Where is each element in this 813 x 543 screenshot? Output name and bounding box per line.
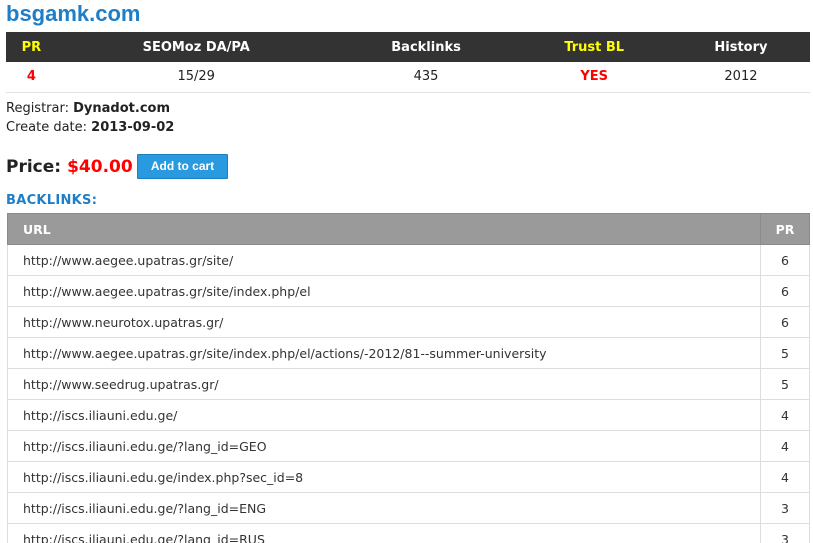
domain-title: bsgamk.com — [6, 1, 141, 26]
backlinks-header-url: URL — [7, 213, 761, 245]
backlink-pr: 4 — [760, 461, 810, 493]
registrar-line: Registrar: Dynadot.com — [6, 99, 174, 118]
backlink-pr: 3 — [760, 492, 810, 524]
backlink-url: http://iscs.iliauni.edu.ge/index.php?sec… — [7, 461, 761, 493]
backlink-pr: 5 — [760, 337, 810, 369]
price-row: Price: $40.00 Add to cart — [6, 154, 228, 180]
registrar-label: Registrar: — [6, 101, 69, 116]
backlinks-header-pr: PR — [760, 213, 810, 245]
backlink-url: http://www.neurotox.upatras.gr/ — [7, 306, 761, 338]
table-row: http://www.aegee.upatras.gr/site/ 6 — [7, 244, 810, 276]
backlink-url: http://www.seedrug.upatras.gr/ — [7, 368, 761, 400]
create-date-label: Create date: — [6, 120, 88, 135]
create-date-value: 2013-09-02 — [91, 120, 175, 135]
stats-value-trust-bl: YES — [516, 62, 672, 93]
stats-value-history: 2012 — [671, 62, 810, 93]
backlink-url: http://www.aegee.upatras.gr/site/index.p… — [7, 337, 761, 369]
create-date-line: Create date: 2013-09-02 — [6, 118, 174, 137]
backlink-pr: 3 — [760, 523, 810, 543]
table-row: http://www.aegee.upatras.gr/site/index.p… — [7, 337, 810, 369]
stats-value-backlinks: 435 — [335, 62, 517, 93]
backlink-url: http://iscs.iliauni.edu.ge/?lang_id=GEO — [7, 430, 761, 462]
backlink-pr: 6 — [760, 275, 810, 307]
backlink-pr: 5 — [760, 368, 810, 400]
table-row: http://iscs.iliauni.edu.ge/?lang_id=GEO … — [7, 430, 810, 462]
domain-stats-table: PR SEOMoz DA/PA Backlinks Trust BL Histo… — [6, 32, 810, 93]
stats-header-history: History — [671, 32, 810, 62]
backlinks-table: URL PR http://www.aegee.upatras.gr/site/… — [7, 213, 810, 543]
table-row: http://iscs.iliauni.edu.ge/?lang_id=ENG … — [7, 492, 810, 524]
stats-header-row: PR SEOMoz DA/PA Backlinks Trust BL Histo… — [6, 32, 810, 62]
table-row: http://www.seedrug.upatras.gr/ 5 — [7, 368, 810, 400]
backlink-pr: 6 — [760, 306, 810, 338]
backlink-url: http://iscs.iliauni.edu.ge/ — [7, 399, 761, 431]
backlinks-header-row: URL PR — [7, 213, 810, 245]
stats-value-row: 4 15/29 435 YES 2012 — [6, 62, 810, 93]
add-to-cart-button[interactable]: Add to cart — [137, 154, 228, 179]
backlink-url: http://iscs.iliauni.edu.ge/?lang_id=RUS — [7, 523, 761, 543]
table-row: http://www.aegee.upatras.gr/site/index.p… — [7, 275, 810, 307]
price-label: Price: — [6, 157, 62, 177]
stats-header-pr: PR — [6, 32, 57, 62]
backlink-url: http://www.aegee.upatras.gr/site/ — [7, 244, 761, 276]
table-row: http://iscs.iliauni.edu.ge/ 4 — [7, 399, 810, 431]
stats-value-pr: 4 — [6, 62, 57, 93]
stats-header-backlinks: Backlinks — [335, 32, 517, 62]
stats-value-seomoz: 15/29 — [56, 62, 336, 93]
backlinks-title: BACKLINKS: — [6, 193, 98, 208]
table-row: http://www.neurotox.upatras.gr/ 6 — [7, 306, 810, 338]
registrar-value: Dynadot.com — [73, 101, 171, 116]
table-row: http://iscs.iliauni.edu.ge/index.php?sec… — [7, 461, 810, 493]
table-row: http://iscs.iliauni.edu.ge/?lang_id=RUS … — [7, 523, 810, 543]
price-value: $40.00 — [67, 157, 133, 177]
backlink-url: http://iscs.iliauni.edu.ge/?lang_id=ENG — [7, 492, 761, 524]
backlink-pr: 6 — [760, 244, 810, 276]
domain-meta: Registrar: Dynadot.com Create date: 2013… — [6, 99, 174, 137]
stats-header-seomoz: SEOMoz DA/PA — [56, 32, 336, 62]
stats-header-trust-bl: Trust BL — [516, 32, 672, 62]
backlink-pr: 4 — [760, 399, 810, 431]
backlink-pr: 4 — [760, 430, 810, 462]
backlink-url: http://www.aegee.upatras.gr/site/index.p… — [7, 275, 761, 307]
